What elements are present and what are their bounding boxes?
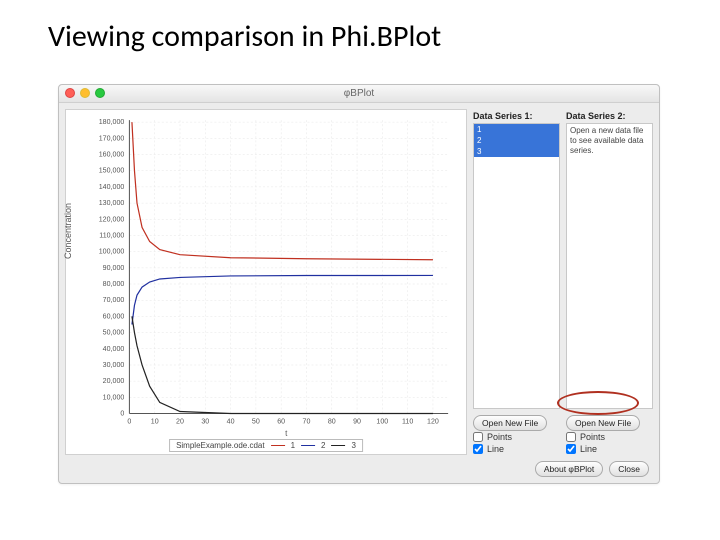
svg-text:30: 30 (201, 418, 209, 426)
svg-text:70,000: 70,000 (103, 296, 125, 304)
line-checkbox-1[interactable]: Line (473, 443, 560, 455)
svg-text:70: 70 (303, 418, 311, 426)
svg-text:100,000: 100,000 (99, 248, 125, 256)
svg-text:40: 40 (227, 418, 235, 426)
series-1-line (132, 122, 433, 260)
open-file-button-1[interactable]: Open New File (473, 415, 547, 431)
titlebar: φBPlot (59, 85, 659, 103)
svg-text:80,000: 80,000 (103, 280, 125, 288)
legend: SimpleExample.ode.cdat 1 2 3 (169, 439, 363, 452)
svg-text:50,000: 50,000 (103, 329, 125, 337)
svg-text:160,000: 160,000 (99, 151, 125, 159)
svg-text:60,000: 60,000 (103, 312, 125, 320)
svg-text:100: 100 (376, 418, 388, 426)
list-item[interactable]: 2 (474, 135, 559, 146)
svg-text:30,000: 30,000 (103, 361, 125, 369)
svg-text:140,000: 140,000 (99, 183, 125, 191)
series-panel-2: Data Series 2: Open a new data file to s… (566, 109, 653, 455)
series1-list[interactable]: 1 2 3 (473, 123, 560, 409)
svg-text:180,000: 180,000 (99, 118, 125, 126)
chart-svg: 0 10,000 20,000 30,000 40,000 50,000 60,000 70,… (66, 110, 466, 454)
close-button[interactable]: Close (609, 461, 649, 477)
slide-title: Viewing comparison in Phi.BPlot (0, 0, 720, 55)
series-3-line (132, 316, 433, 413)
svg-text:170,000: 170,000 (99, 134, 125, 142)
svg-text:50: 50 (252, 418, 260, 426)
line-checkbox-2[interactable]: Line (566, 443, 653, 455)
svg-text:60: 60 (277, 418, 285, 426)
list-item[interactable]: 1 (474, 124, 559, 135)
svg-text:110,000: 110,000 (99, 231, 124, 239)
series-panel-1: Data Series 1: 1 2 3 Open New File Point… (473, 109, 560, 455)
open-file-button-2[interactable]: Open New File (566, 415, 640, 431)
svg-text:10,000: 10,000 (103, 393, 125, 401)
svg-text:90: 90 (353, 418, 361, 426)
footer-buttons: About φBPlot Close (535, 461, 649, 477)
svg-text:150,000: 150,000 (99, 167, 125, 175)
svg-text:130,000: 130,000 (99, 199, 125, 207)
svg-text:0: 0 (120, 410, 124, 418)
series2-list[interactable]: Open a new data file to see available da… (566, 123, 653, 409)
y-axis-label: Concentration (63, 203, 73, 259)
svg-text:80: 80 (328, 418, 336, 426)
svg-text:120: 120 (427, 418, 439, 426)
app-window: φBPlot 0 10,000 20,000 30,000 40,000 50,000 60… (58, 84, 660, 484)
series-2-line (132, 275, 433, 324)
list-item[interactable]: 3 (474, 146, 559, 157)
plot-area: 0 10,000 20,000 30,000 40,000 50,000 60,000 70,… (65, 109, 467, 455)
legend-file: SimpleExample.ode.cdat (176, 441, 265, 450)
points-checkbox-1[interactable]: Points (473, 431, 560, 443)
x-axis-label: t (285, 429, 288, 438)
svg-text:20: 20 (176, 418, 184, 426)
about-button[interactable]: About φBPlot (535, 461, 603, 477)
series2-header: Data Series 2: (566, 109, 653, 123)
svg-text:0: 0 (127, 418, 131, 426)
svg-text:40,000: 40,000 (103, 345, 125, 353)
svg-text:20,000: 20,000 (103, 377, 125, 385)
series1-header: Data Series 1: (473, 109, 560, 123)
svg-text:120,000: 120,000 (99, 215, 125, 223)
svg-text:10: 10 (151, 418, 159, 426)
points-checkbox-2[interactable]: Points (566, 431, 653, 443)
series2-hint: Open a new data file to see available da… (567, 124, 652, 158)
svg-text:110: 110 (402, 418, 413, 426)
window-title: φBPlot (59, 85, 659, 103)
svg-text:90,000: 90,000 (103, 264, 125, 272)
